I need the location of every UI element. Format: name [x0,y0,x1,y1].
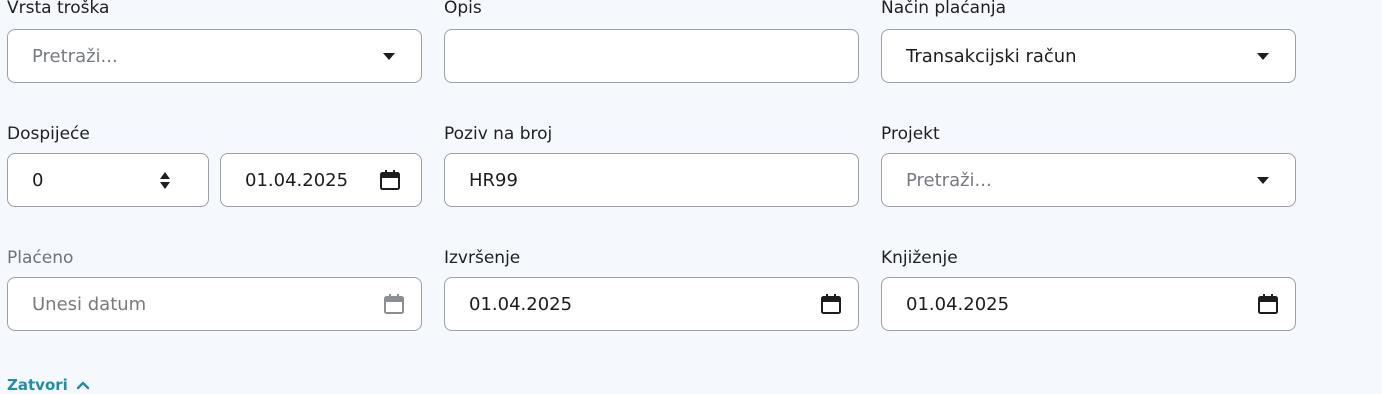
calendar-icon[interactable] [1257,293,1279,315]
vrsta-troska-select[interactable]: Pretraži... [7,29,422,83]
caret-down-icon [383,52,395,60]
opis-label: Opis [444,0,482,18]
projekt-placeholder: Pretraži... [906,169,992,191]
knjizenje-date-value: 01.04.2025 [906,293,1010,315]
nacin-placanja-label: Način plaćanja [881,0,1006,18]
calendar-icon[interactable] [383,293,405,315]
dospijece-date-value: 01.04.2025 [245,169,349,191]
dospijece-days-stepper[interactable]: 0 [7,153,209,207]
calendar-icon[interactable] [820,293,842,315]
nacin-placanja-select[interactable]: Transakcijski račun [881,29,1296,83]
projekt-select[interactable]: Pretraži... [881,153,1296,207]
knjizenje-label: Knjiženje [881,248,958,268]
placeno-placeholder: Unesi datum [32,293,147,315]
vrsta-troska-placeholder: Pretraži... [32,45,118,67]
projekt-label: Projekt [881,124,940,144]
close-section-link[interactable]: Zatvori [7,376,90,394]
dospijece-date-input[interactable]: 01.04.2025 [220,153,422,207]
placeno-date-input[interactable]: Unesi datum [7,277,422,331]
caret-down-icon [1257,176,1269,184]
caret-down-icon [1257,52,1269,60]
nacin-placanja-value: Transakcijski račun [906,45,1077,67]
izvrsenje-date-input[interactable]: 01.04.2025 [444,277,859,331]
knjizenje-date-input[interactable]: 01.04.2025 [881,277,1296,331]
close-label: Zatvori [7,376,68,394]
poziv-na-broj-value: HR99 [469,169,518,191]
chevron-up-icon [76,381,89,390]
izvrsenje-label: Izvršenje [444,248,521,268]
opis-input[interactable] [444,29,859,83]
placeno-label: Plaćeno [7,248,74,268]
calendar-icon[interactable] [379,169,401,191]
poziv-na-broj-label: Poziv na broj [444,124,553,144]
poziv-na-broj-input[interactable]: HR99 [444,153,859,207]
dospijece-label: Dospijeće [7,124,90,144]
spinner-icon[interactable] [160,171,170,189]
vrsta-troska-label: Vrsta troška [7,0,110,18]
dospijece-days-value: 0 [32,169,44,191]
izvrsenje-date-value: 01.04.2025 [469,293,573,315]
